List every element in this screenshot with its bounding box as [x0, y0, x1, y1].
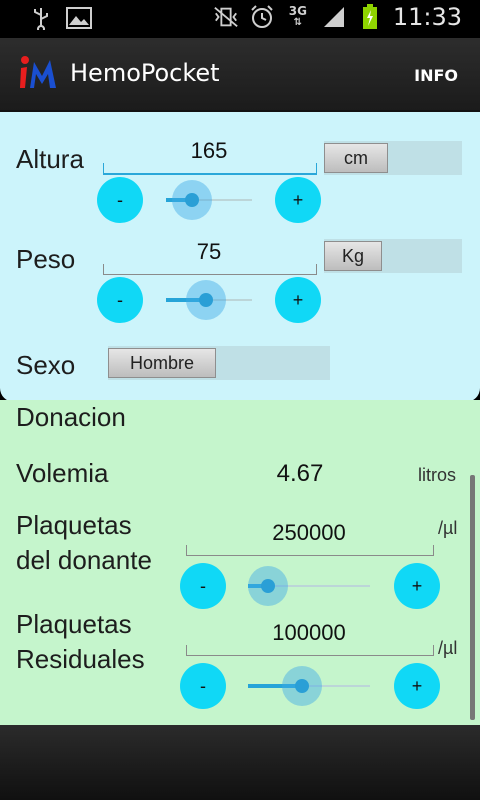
peso-plus-button[interactable]: + — [275, 277, 321, 323]
sexo-button[interactable]: Hombre — [108, 348, 216, 378]
plaquetas-residuales-slider[interactable] — [248, 666, 370, 706]
plaquetas-donante-unit: /µl — [438, 518, 458, 538]
sexo-label: Sexo — [16, 350, 76, 380]
app-title: HemoPocket — [70, 59, 220, 87]
status-left — [28, 5, 92, 31]
altura-slider-thumb[interactable] — [185, 193, 199, 207]
plaquetas-donante-input[interactable]: 250000 — [186, 520, 432, 546]
altura-unit-button[interactable]: cm — [324, 143, 388, 173]
altura-input[interactable]: 165 — [104, 138, 314, 164]
plaquetas-residuales-minus-button[interactable]: - — [180, 663, 226, 709]
info-button[interactable]: INFO — [414, 66, 458, 85]
peso-input[interactable]: 75 — [104, 239, 314, 265]
results-scrollbar[interactable] — [470, 475, 475, 720]
peso-slider-thumb[interactable] — [199, 293, 213, 307]
peso-slider[interactable] — [166, 280, 252, 320]
plaquetas-residuales-input[interactable]: 100000 — [186, 620, 432, 646]
alarm-icon — [249, 4, 275, 30]
sexo-spinner[interactable]: Hombre — [108, 346, 330, 380]
altura-unit-spinner[interactable]: cm — [324, 141, 462, 175]
action-bar: HemoPocket INFO — [0, 38, 480, 112]
status-right: 3G ⇅ 11:33 — [213, 3, 462, 31]
network-3g-icon: 3G ⇅ — [285, 4, 311, 30]
volemia-label: Volemia — [16, 458, 109, 488]
donacion-label: Donacion — [16, 402, 126, 432]
plaquetas-donante-plus-button[interactable]: + — [394, 563, 440, 609]
plaquetas-residuales-label-1: Plaquetas — [16, 609, 132, 639]
vibrate-icon — [213, 4, 239, 30]
navigation-bar — [0, 725, 480, 800]
app-logo-icon — [18, 54, 62, 92]
peso-input-underline — [103, 264, 317, 275]
altura-label: Altura — [16, 144, 84, 174]
peso-unit-button[interactable]: Kg — [324, 241, 382, 271]
status-bar: 3G ⇅ 11:33 — [0, 0, 480, 38]
plaquetas-residuales-plus-button[interactable]: + — [394, 663, 440, 709]
altura-slider[interactable] — [166, 180, 252, 220]
altura-minus-button[interactable]: - — [97, 177, 143, 223]
plaquetas-residuales-underline — [186, 645, 434, 656]
volemia-unit: litros — [418, 465, 457, 485]
battery-charging-icon — [357, 4, 383, 30]
status-time: 11:33 — [392, 3, 462, 31]
peso-label: Peso — [16, 244, 76, 274]
data-arrows-icon: ⇅ — [293, 17, 303, 28]
plaquetas-donante-minus-button[interactable]: - — [180, 563, 226, 609]
altura-input-underline — [103, 163, 317, 175]
plaquetas-donante-underline — [186, 545, 434, 556]
network-type: 3G — [288, 4, 307, 18]
plaquetas-donante-slider-thumb[interactable] — [261, 579, 275, 593]
plaquetas-residuales-slider-thumb[interactable] — [295, 679, 309, 693]
input-panel: Altura 165 cm - + Peso 75 Kg - + Sexo Ho… — [0, 112, 480, 402]
plaquetas-donante-slider[interactable] — [248, 566, 370, 606]
plaquetas-residuales-label-2: Residuales — [16, 644, 145, 674]
altura-plus-button[interactable]: + — [275, 177, 321, 223]
plaquetas-donante-label-1: Plaquetas — [16, 510, 132, 540]
usb-icon — [28, 5, 54, 31]
plaquetas-donante-label-2: del donante — [16, 545, 152, 575]
results-panel: Donacion Volemia 4.67 litros Plaquetas d… — [0, 400, 480, 725]
peso-unit-spinner[interactable]: Kg — [324, 239, 462, 273]
signal-icon — [321, 4, 347, 30]
plaquetas-residuales-unit: /µl — [438, 638, 458, 658]
image-icon — [66, 5, 92, 31]
volemia-value: 4.67 — [276, 460, 324, 487]
peso-minus-button[interactable]: - — [97, 277, 143, 323]
